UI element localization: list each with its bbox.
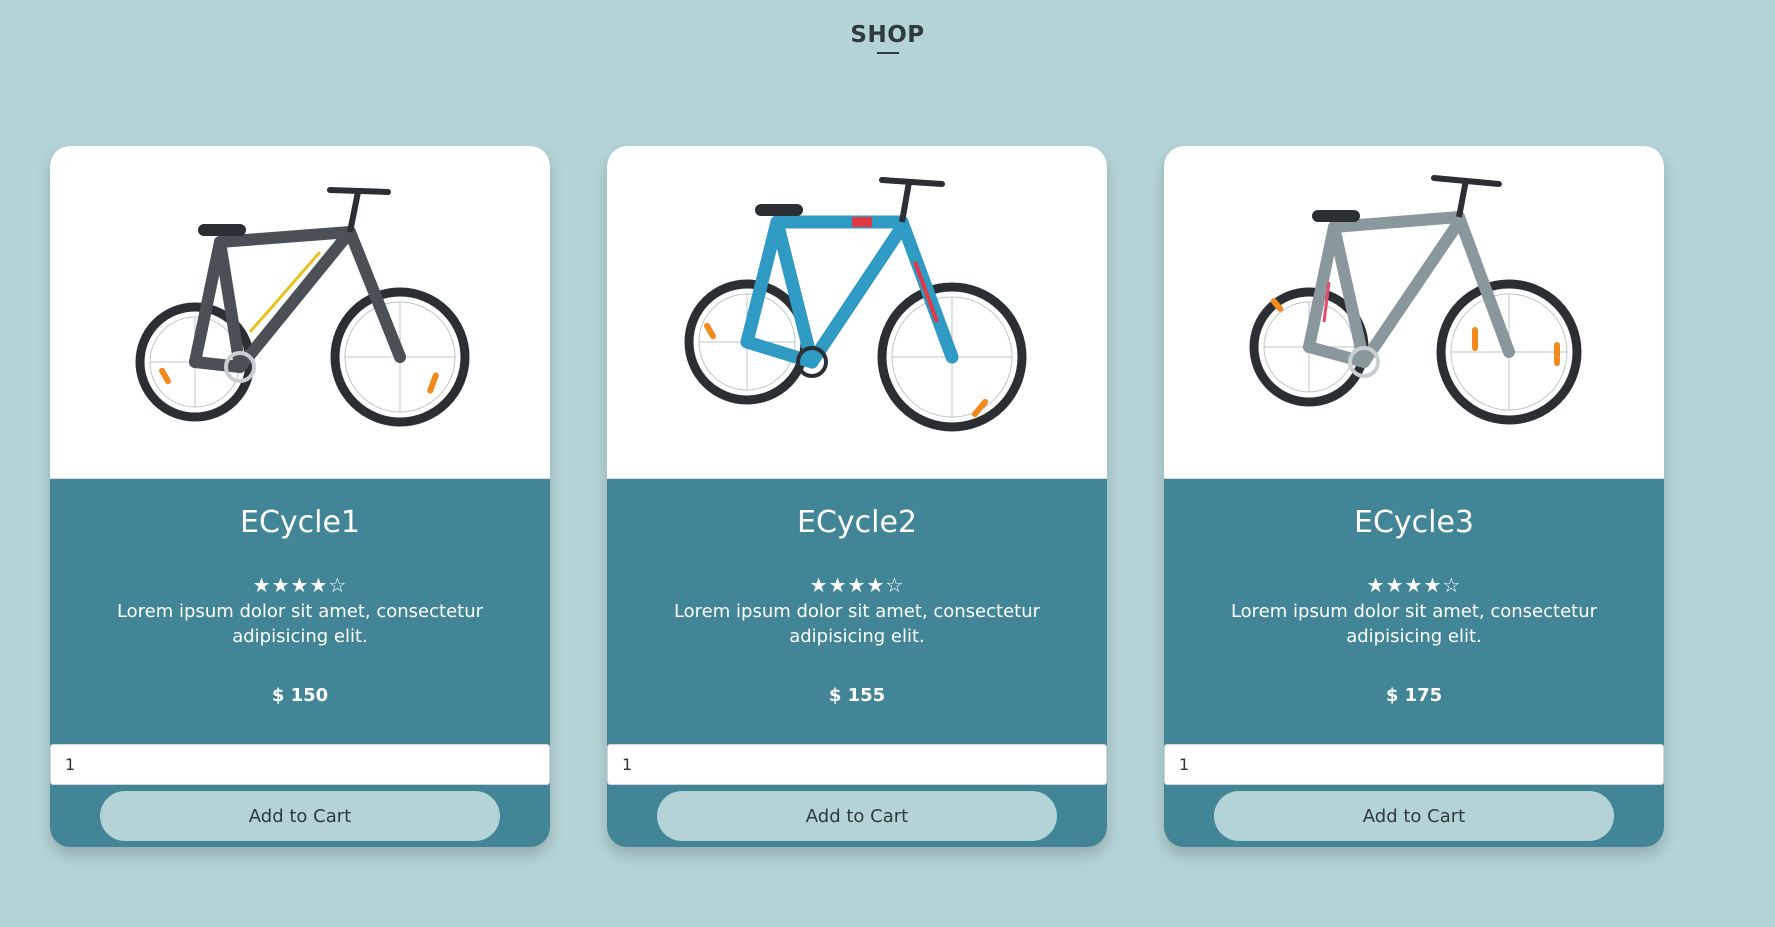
product-image bbox=[1164, 146, 1664, 479]
product-price: $ 155 bbox=[828, 685, 886, 706]
product-price: $ 150 bbox=[271, 685, 329, 706]
quantity-input[interactable] bbox=[1164, 744, 1664, 785]
star-rating: ★★★★☆ bbox=[252, 573, 348, 597]
product-description: Lorem ipsum dolor sit amet, consectetur … bbox=[1230, 601, 1598, 647]
cart-row: Add to Cart bbox=[607, 785, 1107, 847]
product-details: ECycle1 ★★★★☆ Lorem ipsum dolor sit amet… bbox=[50, 479, 550, 744]
star-rating: ★★★★☆ bbox=[1366, 573, 1462, 597]
product-details: ECycle2 ★★★★☆ Lorem ipsum dolor sit amet… bbox=[607, 479, 1107, 744]
bicycle-icon bbox=[135, 187, 470, 427]
bicycle-icon bbox=[684, 177, 1027, 432]
page-title: SHOP bbox=[850, 22, 925, 48]
product-price: $ 175 bbox=[1385, 685, 1443, 706]
product-card: ECycle1 ★★★★☆ Lorem ipsum dolor sit amet… bbox=[50, 146, 550, 847]
product-image bbox=[607, 146, 1107, 479]
add-to-cart-button[interactable]: Add to Cart bbox=[1214, 791, 1614, 841]
product-image bbox=[50, 146, 550, 479]
add-to-cart-button[interactable]: Add to Cart bbox=[100, 791, 500, 841]
quantity-input[interactable] bbox=[607, 744, 1107, 785]
product-details: ECycle3 ★★★★☆ Lorem ipsum dolor sit amet… bbox=[1164, 479, 1664, 744]
cart-row: Add to Cart bbox=[1164, 785, 1664, 847]
product-description: Lorem ipsum dolor sit amet, consectetur … bbox=[673, 601, 1041, 647]
star-rating: ★★★★☆ bbox=[809, 573, 905, 597]
product-grid: ECycle1 ★★★★☆ Lorem ipsum dolor sit amet… bbox=[50, 146, 1664, 847]
title-underline bbox=[876, 52, 899, 54]
shop-header: SHOP bbox=[0, 22, 1775, 54]
product-name: ECycle2 bbox=[796, 505, 918, 540]
bicycle-icon bbox=[1249, 175, 1582, 425]
cart-row: Add to Cart bbox=[50, 785, 550, 847]
product-name: ECycle1 bbox=[239, 505, 361, 540]
product-name: ECycle3 bbox=[1353, 505, 1475, 540]
product-card: ECycle3 ★★★★☆ Lorem ipsum dolor sit amet… bbox=[1164, 146, 1664, 847]
product-description: Lorem ipsum dolor sit amet, consectetur … bbox=[116, 601, 484, 647]
quantity-input[interactable] bbox=[50, 744, 550, 785]
add-to-cart-button[interactable]: Add to Cart bbox=[657, 791, 1057, 841]
product-card: ECycle2 ★★★★☆ Lorem ipsum dolor sit amet… bbox=[607, 146, 1107, 847]
